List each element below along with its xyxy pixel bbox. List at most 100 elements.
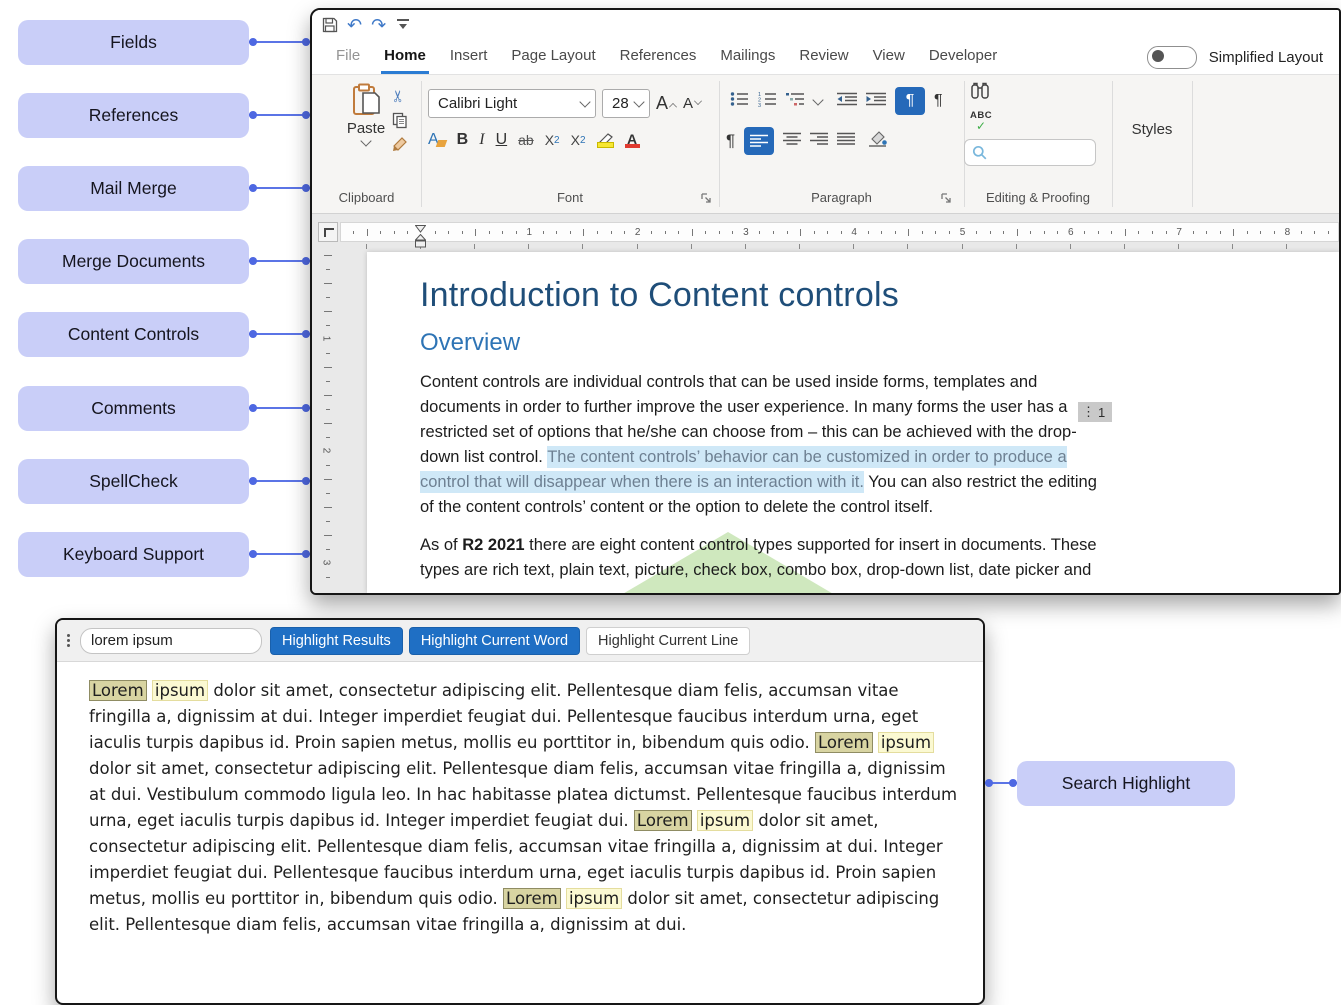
tab-home[interactable]: Home — [372, 40, 438, 74]
paragraph-dialog-launcher-icon[interactable] — [940, 191, 952, 203]
align-center-button[interactable] — [783, 132, 801, 151]
ribbon-search-input[interactable] — [964, 139, 1096, 166]
superscript-button[interactable]: X2 — [571, 132, 586, 148]
font-color-button[interactable]: A — [625, 132, 640, 148]
connector-line — [249, 187, 310, 189]
chevron-down-icon — [633, 96, 644, 107]
tab-review[interactable]: Review — [787, 40, 860, 74]
increase-indent-icon[interactable] — [866, 92, 886, 111]
toolbar-options-icon[interactable] — [397, 19, 409, 31]
highlight-current-line-button[interactable]: Highlight Current Line — [586, 627, 750, 655]
cut-icon[interactable]: ✂ — [391, 89, 409, 102]
styles-group-label[interactable]: Styles — [1112, 121, 1192, 138]
subscript-button[interactable]: X2 — [545, 132, 560, 148]
label-pill-search-highlight: Search Highlight — [1017, 761, 1235, 806]
search-toolbar: Highlight ResultsHighlight Current WordH… — [57, 620, 983, 662]
horizontal-ruler[interactable]: 12345678 — [340, 222, 1339, 242]
font-size-select[interactable]: 28 — [602, 89, 650, 118]
screenshot-canvas: FieldsReferencesMail MergeMerge Document… — [0, 0, 1341, 1005]
search-input[interactable] — [80, 628, 262, 654]
document-page[interactable]: Introduction to Content controls Overvie… — [367, 252, 1339, 593]
document-content[interactable]: Introduction to Content controls Overvie… — [420, 252, 1112, 583]
shrink-font-button[interactable]: A — [683, 95, 702, 112]
right-to-left-paragraph-button[interactable]: ¶ — [934, 92, 943, 110]
simplified-layout-label: Simplified Layout — [1209, 49, 1323, 66]
save-icon[interactable] — [322, 17, 338, 33]
tab-developer[interactable]: Developer — [917, 40, 1009, 74]
clear-formatting-button[interactable]: A — [428, 131, 446, 149]
paragraph-group-label: Paragraph — [719, 190, 964, 205]
ruler-number: 2 — [635, 227, 641, 238]
format-painter-icon[interactable] — [392, 136, 408, 152]
left-to-right-paragraph-button[interactable]: ¶ — [895, 87, 925, 115]
ruler-number: 5 — [960, 227, 966, 238]
tab-insert[interactable]: Insert — [438, 40, 500, 74]
rich-text-editor-window: ↶ ↷ FileHomeInsertPage LayoutReferencesM… — [310, 8, 1341, 595]
current-segment: Lorem — [815, 732, 873, 753]
current-segment: Lorem — [634, 810, 692, 831]
current-segment: Lorem — [503, 888, 561, 909]
connector-line — [249, 114, 310, 116]
comment-badge[interactable]: ⋮ 1 — [1078, 402, 1112, 422]
drag-handle-icon[interactable] — [65, 634, 72, 647]
paragraph-shading-icon[interactable] — [868, 130, 888, 152]
bold-button[interactable]: B — [457, 131, 469, 149]
highlight-buttons: Highlight ResultsHighlight Current WordH… — [270, 627, 750, 655]
ruler-number: 8 — [1285, 227, 1291, 238]
align-right-button[interactable] — [810, 132, 828, 151]
list-options-chevron-icon[interactable] — [812, 94, 823, 105]
connector-line — [249, 553, 310, 555]
grow-font-button[interactable]: A — [656, 93, 677, 114]
vertical-ruler[interactable]: 1 2 3 — [320, 252, 338, 589]
bold-segment: R2 2021 — [462, 536, 524, 554]
tab-references[interactable]: References — [608, 40, 709, 74]
ruler-number: 2 — [320, 448, 331, 454]
result-segment: ipsum — [566, 888, 622, 909]
decrease-indent-icon[interactable] — [837, 92, 857, 111]
paragraph-2: As of R2 2021 there are eight content co… — [420, 533, 1112, 583]
multilevel-list-icon[interactable] — [786, 91, 805, 112]
tab-stop-selector[interactable] — [318, 222, 338, 242]
connector-line — [249, 407, 310, 409]
justify-button[interactable] — [837, 132, 855, 151]
font-dialog-launcher-icon[interactable] — [700, 191, 712, 203]
document-title: Introduction to Content controls — [420, 276, 1112, 315]
underline-button[interactable]: U — [496, 131, 508, 149]
ruler-number: 1 — [320, 336, 331, 342]
highlight-color-button[interactable] — [597, 132, 614, 148]
ruler-number: 3 — [743, 227, 749, 238]
ruler-number: 7 — [1176, 227, 1182, 238]
label-pill-mail-merge: Mail Merge — [18, 166, 249, 211]
strikethrough-button[interactable]: ab — [518, 132, 534, 148]
simplified-layout-toggle[interactable] — [1147, 46, 1197, 69]
highlight-results-button[interactable]: Highlight Results — [270, 627, 403, 655]
ruler-number: 3 — [320, 560, 331, 566]
align-left-button[interactable] — [744, 127, 774, 155]
hanging-indent-marker[interactable] — [415, 234, 426, 253]
tab-view[interactable]: View — [861, 40, 917, 74]
show-formatting-marks-button[interactable]: ¶ — [726, 131, 735, 151]
connector-line — [249, 480, 310, 482]
tab-page-layout[interactable]: Page Layout — [499, 40, 607, 74]
connector-line — [249, 333, 310, 335]
find-icon[interactable] — [970, 81, 990, 105]
lorem-text[interactable]: Lorem ipsum dolor sit amet, consectetur … — [89, 678, 961, 938]
label-pill-merge-documents: Merge Documents — [18, 239, 249, 284]
comment-count: 1 — [1098, 405, 1105, 420]
undo-icon[interactable]: ↶ — [347, 16, 362, 34]
font-name-select[interactable]: Calibri Light — [428, 89, 596, 118]
ribbon: Paste ✂ Clipboard Calibri Light — [312, 74, 1339, 214]
tab-file[interactable]: File — [324, 40, 372, 74]
tab-mailings[interactable]: Mailings — [708, 40, 787, 74]
paste-button[interactable]: Paste — [340, 83, 392, 145]
paste-dropdown-icon[interactable] — [360, 135, 371, 146]
spellcheck-icon[interactable]: ABC ✓ — [970, 111, 992, 132]
copy-icon[interactable] — [392, 112, 408, 129]
label-pill-comments: Comments — [18, 386, 249, 431]
numbered-list-icon[interactable]: 123 — [758, 91, 777, 112]
highlight-current-word-button[interactable]: Highlight Current Word — [409, 627, 580, 655]
italic-button[interactable]: I — [479, 131, 484, 149]
redo-icon[interactable]: ↷ — [371, 16, 386, 34]
bullet-list-icon[interactable] — [730, 91, 749, 112]
pill-label: Search Highlight — [1062, 773, 1190, 794]
